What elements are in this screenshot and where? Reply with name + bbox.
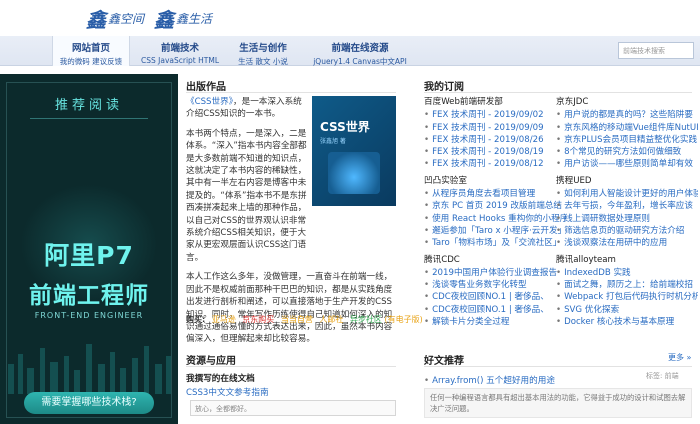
feed-item[interactable]: CDC夜校回顾NO.1 | 奢侈品、: [424, 304, 566, 316]
banner-cta-button[interactable]: 需要掌握哪些技术栈?: [24, 392, 154, 414]
feed-item[interactable]: FEX 技术周刊 - 2019/09/09: [424, 122, 566, 134]
nav-resources-sub[interactable]: jQuery1.4 Canvas中文API: [308, 56, 412, 67]
resources-divider: [186, 366, 396, 367]
feed-name[interactable]: 携程UED: [556, 175, 698, 187]
nav-home-title[interactable]: 网站首页: [53, 40, 129, 54]
store-link-ptpress[interactable]: 人邮社: [319, 315, 343, 324]
logo-xin-life[interactable]: 鑫 鑫生活: [154, 4, 212, 33]
feed-item[interactable]: CDC夜校回顾NO.1 | 奢侈品、: [424, 291, 566, 303]
nav-frontend-title[interactable]: 前端技术: [140, 40, 220, 54]
feed-name[interactable]: 腾讯CDC: [424, 254, 566, 266]
store-link-dangdang[interactable]: 当当自营: [281, 315, 313, 324]
feed-item[interactable]: 线上调研数据处理原则: [556, 213, 698, 225]
subscriptions-left-column: 百度Web前端研发部 FEX 技术周刊 - 2019/09/02 FEX 技术周…: [424, 96, 566, 332]
store-link-ebook[interactable]: (有电子版): [384, 315, 422, 324]
feed-name[interactable]: 凹凸实验室: [424, 175, 566, 187]
feed-item[interactable]: 用户说的都是真的吗？这些陷阱要: [556, 109, 698, 121]
subscriptions-right-column: 京东JDC 用户说的都是真的吗？这些陷阱要 京东风格的移动端Vue组件库NutU…: [556, 96, 698, 332]
banner-title-line1: 阿里P7: [44, 241, 134, 270]
css3-docs-link[interactable]: CSS3中文文参考指南: [186, 386, 269, 398]
banner-recommend-label: 推荐阅读: [54, 98, 123, 113]
feed-item[interactable]: 去年亏损，今年盈利，增长率应该: [556, 200, 698, 212]
book-cover-title: CSS世界: [320, 120, 370, 134]
resources-note-field[interactable]: 放心，全都都好。: [190, 400, 396, 416]
store-link-jd[interactable]: 京东购买: [242, 315, 274, 324]
feed-item[interactable]: 8个常见的研究方法如何做细致: [556, 146, 698, 158]
book-cover-image[interactable]: CSS世界 张鑫旭 著: [312, 96, 396, 206]
book-cover-graphic: [328, 152, 380, 194]
buy-label: 购买:: [186, 315, 206, 324]
logo-right-text: 鑫生活: [176, 11, 213, 26]
works-divider: [186, 92, 396, 93]
logo-glyph-icon: 鑫: [86, 7, 106, 32]
site-logo[interactable]: 鑫 鑫空间 鑫 鑫生活: [86, 4, 212, 32]
nav-frontend-sub[interactable]: CSS JavaScript HTML: [140, 56, 220, 65]
nav-resources[interactable]: 前端在线资源 jQuery1.4 Canvas中文API: [308, 36, 412, 66]
feed-item[interactable]: 筛选信息页的驱动研究方法介绍: [556, 225, 698, 237]
resources-subtitle: 我撰写的在线文档: [186, 374, 255, 384]
feed-item[interactable]: FEX 技术周刊 - 2019/08/26: [424, 134, 566, 146]
feed-item[interactable]: FEX 技术周刊 - 2019/08/12: [424, 158, 566, 170]
recommend-tag[interactable]: 标签: 前端: [646, 371, 679, 381]
search-input[interactable]: 前端技术搜索: [618, 42, 694, 59]
site-header: 鑫 鑫空间 鑫 鑫生活: [0, 0, 700, 36]
banner-english-subtitle: FRONT-END ENGINEER: [34, 311, 144, 320]
feed-item[interactable]: 邂逅参加「Taro x 小程序·云开发」: [424, 225, 566, 237]
logo-xin-space[interactable]: 鑫 鑫空间: [86, 4, 144, 33]
feed-item[interactable]: FEX 技术周刊 - 2019/08/19: [424, 146, 566, 158]
feed-item[interactable]: FEX 技术周刊 - 2019/09/02: [424, 109, 566, 121]
buy-links: 购买: 亚马逊 京东购买 当当自营 人邮社 异步社区 (有电子版): [186, 314, 423, 325]
works-section-title: 出版作品: [186, 82, 226, 93]
recommended-article-summary: 任何一种编程语言都具有超出基本用法的功能，它得益于成功的设计和试图去解决广泛问题…: [424, 388, 692, 418]
nav-life[interactable]: 生活与创作 生活 散文 小说: [226, 36, 300, 66]
banner-title-line2: 前端工程师: [29, 283, 149, 309]
feed-item[interactable]: SVG 优化探索: [556, 304, 698, 316]
feed-item[interactable]: 京东风格的移动端Vue组件库NutUI: [556, 122, 698, 134]
recommend-title: 好文推荐: [424, 356, 464, 367]
banner-skyline-graphic: [8, 344, 171, 394]
nav-home-sub[interactable]: 我的微码 建议反馈: [53, 56, 129, 67]
nav-life-title[interactable]: 生活与创作: [226, 40, 300, 54]
feed-name[interactable]: 腾讯alloyteam: [556, 254, 698, 266]
feed-item[interactable]: IndexedDB 实践: [556, 267, 698, 279]
promo-banner[interactable]: 推荐阅读 阿里P7 前端工程师 FRONT-END ENGINEER 需要掌握哪…: [0, 74, 178, 424]
logo-glyph-icon: 鑫: [154, 7, 175, 32]
book-cover-author: 张鑫旭 著: [320, 138, 346, 145]
feed-item[interactable]: 使用 React Hooks 重构你的小程序: [424, 213, 566, 225]
nav-life-sub[interactable]: 生活 散文 小说: [226, 56, 300, 67]
more-link[interactable]: 更多 »: [668, 352, 691, 363]
subscriptions-title: 我的订阅: [424, 82, 464, 93]
feed-item[interactable]: 浅谈零售业务数字化转型: [424, 279, 566, 291]
feed-item[interactable]: 从程序员角度去看项目管理: [424, 188, 566, 200]
works-paragraph-2: 本书两个特点，一是深入，二是体系。“深入”指本书内容全部都是大多数前端不知道的知…: [186, 128, 307, 263]
feed-item[interactable]: 解锁卡片分类全过程: [424, 316, 566, 328]
main-nav: 网站首页 我的微码 建议反馈 前端技术 CSS JavaScript HTML …: [0, 36, 700, 66]
subscriptions-divider: [424, 92, 692, 93]
feed-name[interactable]: 京东JDC: [556, 96, 698, 108]
feed-item[interactable]: 浅谈观察法在用研中的应用: [556, 237, 698, 249]
recommend-divider: [424, 366, 692, 367]
feed-name[interactable]: 百度Web前端研发部: [424, 96, 566, 108]
store-link-epubit[interactable]: 异步社区: [350, 315, 382, 324]
resources-title: 资源与应用: [186, 356, 236, 367]
feed-item[interactable]: 面试之舞，顾历之上：给前端校招: [556, 279, 698, 291]
feed-item[interactable]: Docker 核心技术与基本原理: [556, 316, 698, 328]
works-paragraph-3: 本人工作这么多年，没做管理，一直奋斗在前端一线，因此不是权威前面那种干巴巴的知识…: [186, 272, 393, 345]
feed-item[interactable]: 2019中国用户体验行业调查报告: [424, 267, 566, 279]
nav-resources-title[interactable]: 前端在线资源: [308, 40, 412, 54]
feed-item[interactable]: Taro「物料市场」及「交流社区」: [424, 237, 566, 249]
feed-item[interactable]: 如何利用人智能设计更好的用户体验: [556, 188, 698, 200]
feed-item[interactable]: 用户访谈——哪些原则简单却有效: [556, 158, 698, 170]
banner-divider: [30, 118, 148, 119]
logo-left-text: 鑫空间: [108, 11, 145, 26]
nav-home[interactable]: 网站首页 我的微码 建议反馈: [52, 36, 130, 66]
recommended-article-link[interactable]: Array.from() 五个超好用的用途: [424, 374, 555, 386]
store-link-amazon[interactable]: 亚马逊: [212, 315, 236, 324]
feed-item[interactable]: Webpack 打包后代码执行时机分析: [556, 291, 698, 303]
feed-item[interactable]: 京东PLUS会员项目精益整优化实践: [556, 134, 698, 146]
feed-item[interactable]: 京东 PC 首页 2019 改版前端总结: [424, 200, 566, 212]
book-link[interactable]: 《CSS世界》: [186, 97, 233, 107]
nav-frontend[interactable]: 前端技术 CSS JavaScript HTML: [140, 36, 220, 66]
